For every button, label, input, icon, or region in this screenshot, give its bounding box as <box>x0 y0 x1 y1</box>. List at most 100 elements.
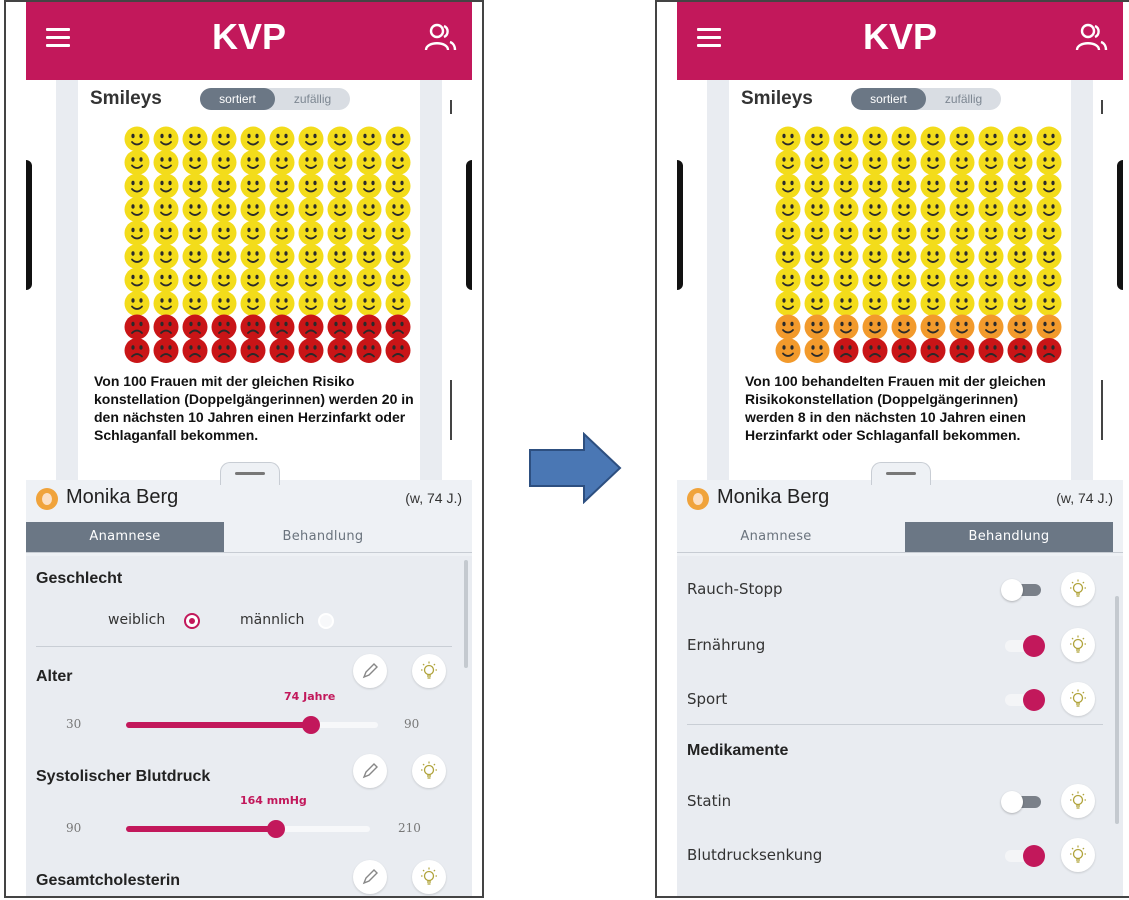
happy-smiley-icon <box>385 267 411 293</box>
happy-smiley-icon <box>211 220 237 246</box>
happy-smiley-icon <box>775 220 801 246</box>
happy-smiley-icon <box>182 173 208 199</box>
radio-label-female: weiblich <box>108 612 166 628</box>
happy-smiley-icon <box>833 220 859 246</box>
happy-smiley-icon <box>891 244 917 269</box>
happy-smiley-icon <box>862 220 888 246</box>
happy-smiley-icon <box>298 291 324 316</box>
tab-behandlung[interactable]: Behandlung <box>224 522 422 552</box>
patient-info: (w, 74 J.) <box>405 490 462 506</box>
ernaehrung-switch[interactable] <box>1005 635 1045 657</box>
happy-smiley-icon <box>1036 197 1062 222</box>
happy-smiley-icon <box>1007 220 1033 246</box>
sad-smiley-icon <box>833 338 859 363</box>
info-rauch-stopp-button[interactable] <box>1061 572 1095 606</box>
happy-smiley-icon <box>804 150 830 175</box>
radio-female[interactable] <box>184 613 200 629</box>
blutdrucksenkung-label: Blutdrucksenkung <box>687 846 823 864</box>
card-title: Smileys <box>90 88 162 109</box>
happy-smiley-icon <box>298 173 324 199</box>
sad-smiley-icon <box>211 338 237 363</box>
alter-slider[interactable] <box>126 716 378 734</box>
toggle-random[interactable]: zufällig <box>275 88 350 110</box>
happy-smiley-icon <box>949 150 975 175</box>
happy-smiley-icon <box>920 173 946 199</box>
sad-smiley-icon <box>240 314 266 340</box>
edit-cholesterin-button[interactable] <box>353 860 387 894</box>
phone-screen-before: KVP Smileys sortiert zufällig Von 100 Fr… <box>4 0 484 898</box>
scrollbar[interactable] <box>1115 596 1119 824</box>
blutdrucksenkung-switch[interactable] <box>1005 845 1045 867</box>
happy-smiley-icon <box>833 173 859 199</box>
happy-smiley-icon <box>153 173 179 199</box>
sport-switch[interactable] <box>1005 689 1045 711</box>
happy-smiley-icon <box>1007 126 1033 152</box>
sad-smiley-icon <box>327 338 353 363</box>
happy-smiley-icon <box>804 197 830 222</box>
happy-smiley-icon <box>978 220 1004 246</box>
edit-blutdruck-button[interactable] <box>353 754 387 788</box>
happy-smiley-icon <box>240 173 266 199</box>
info-alter-button[interactable] <box>412 654 446 688</box>
sheet-drag-handle[interactable] <box>871 462 931 485</box>
happy-smiley-icon <box>269 173 295 199</box>
info-statin-button[interactable] <box>1061 784 1095 818</box>
happy-smiley-icon <box>862 126 888 152</box>
statin-switch[interactable] <box>1001 791 1041 813</box>
blutdruck-slider[interactable] <box>126 820 370 838</box>
scrollbar[interactable] <box>464 560 468 668</box>
happy-smiley-icon <box>891 173 917 199</box>
info-blutdruck-button[interactable] <box>412 754 446 788</box>
tab-anamnese[interactable]: Anamnese <box>677 522 875 552</box>
info-sport-button[interactable] <box>1061 682 1095 716</box>
alter-slider-thumb[interactable] <box>301 716 320 734</box>
happy-smiley-icon <box>833 244 859 269</box>
sort-toggle[interactable]: sortiert zufällig <box>200 88 350 110</box>
happy-smiley-icon <box>298 126 324 152</box>
sheet-drag-handle[interactable] <box>220 462 280 485</box>
happy-smiley-icon <box>269 267 295 293</box>
app-title: KVP <box>862 16 938 57</box>
happy-smiley-icon <box>124 173 150 199</box>
rauch-stopp-label: Rauch-Stopp <box>687 580 783 598</box>
users-icon[interactable] <box>1073 20 1109 56</box>
tab-bar: Anamnese Behandlung <box>677 522 1123 553</box>
blutdruck-slider-thumb[interactable] <box>267 820 286 838</box>
patient-sheet: Monika Berg (w, 74 J.) Anamnese Behandlu… <box>26 462 472 896</box>
sad-smiley-icon <box>356 338 382 363</box>
sad-smiley-icon <box>269 314 295 340</box>
sad-smiley-icon <box>182 338 208 363</box>
tab-anamnese[interactable]: Anamnese <box>26 522 224 552</box>
happy-smiley-icon <box>833 150 859 175</box>
info-ernaehrung-button[interactable] <box>1061 628 1095 662</box>
tab-behandlung[interactable]: Behandlung <box>905 522 1113 552</box>
toggle-sorted[interactable]: sortiert <box>200 88 275 110</box>
happy-smiley-icon <box>804 220 830 246</box>
users-icon[interactable] <box>422 20 458 56</box>
toggle-sorted[interactable]: sortiert <box>851 88 926 110</box>
happy-smiley-icon <box>1007 150 1033 175</box>
info-blutdrucksenkung-button[interactable] <box>1061 838 1095 872</box>
happy-smiley-icon <box>356 197 382 222</box>
happy-smiley-icon <box>920 197 946 222</box>
prev-card-edge <box>677 80 707 480</box>
happy-smiley-icon <box>211 126 237 152</box>
info-cholesterin-button[interactable] <box>412 860 446 894</box>
sad-smiley-icon <box>269 338 295 363</box>
edit-alter-button[interactable] <box>353 654 387 688</box>
happy-smiley-icon <box>978 291 1004 316</box>
sad-smiley-icon <box>298 338 324 363</box>
alter-max-label: 90 <box>404 717 420 731</box>
sad-smiley-icon <box>298 314 324 340</box>
happy-smiley-icon <box>891 291 917 316</box>
rauch-stopp-switch[interactable] <box>1001 579 1041 601</box>
happy-smiley-icon <box>1007 244 1033 269</box>
radio-male[interactable] <box>318 613 334 629</box>
blutdruck-title: Systolischer Blutdruck <box>36 768 211 785</box>
sort-toggle[interactable]: sortiert zufällig <box>851 88 1001 110</box>
happy-smiley-icon <box>949 291 975 316</box>
happy-smiley-icon <box>804 291 830 316</box>
happy-smiley-icon <box>356 291 382 316</box>
toggle-random[interactable]: zufällig <box>926 88 1001 110</box>
happy-smiley-icon <box>862 267 888 293</box>
